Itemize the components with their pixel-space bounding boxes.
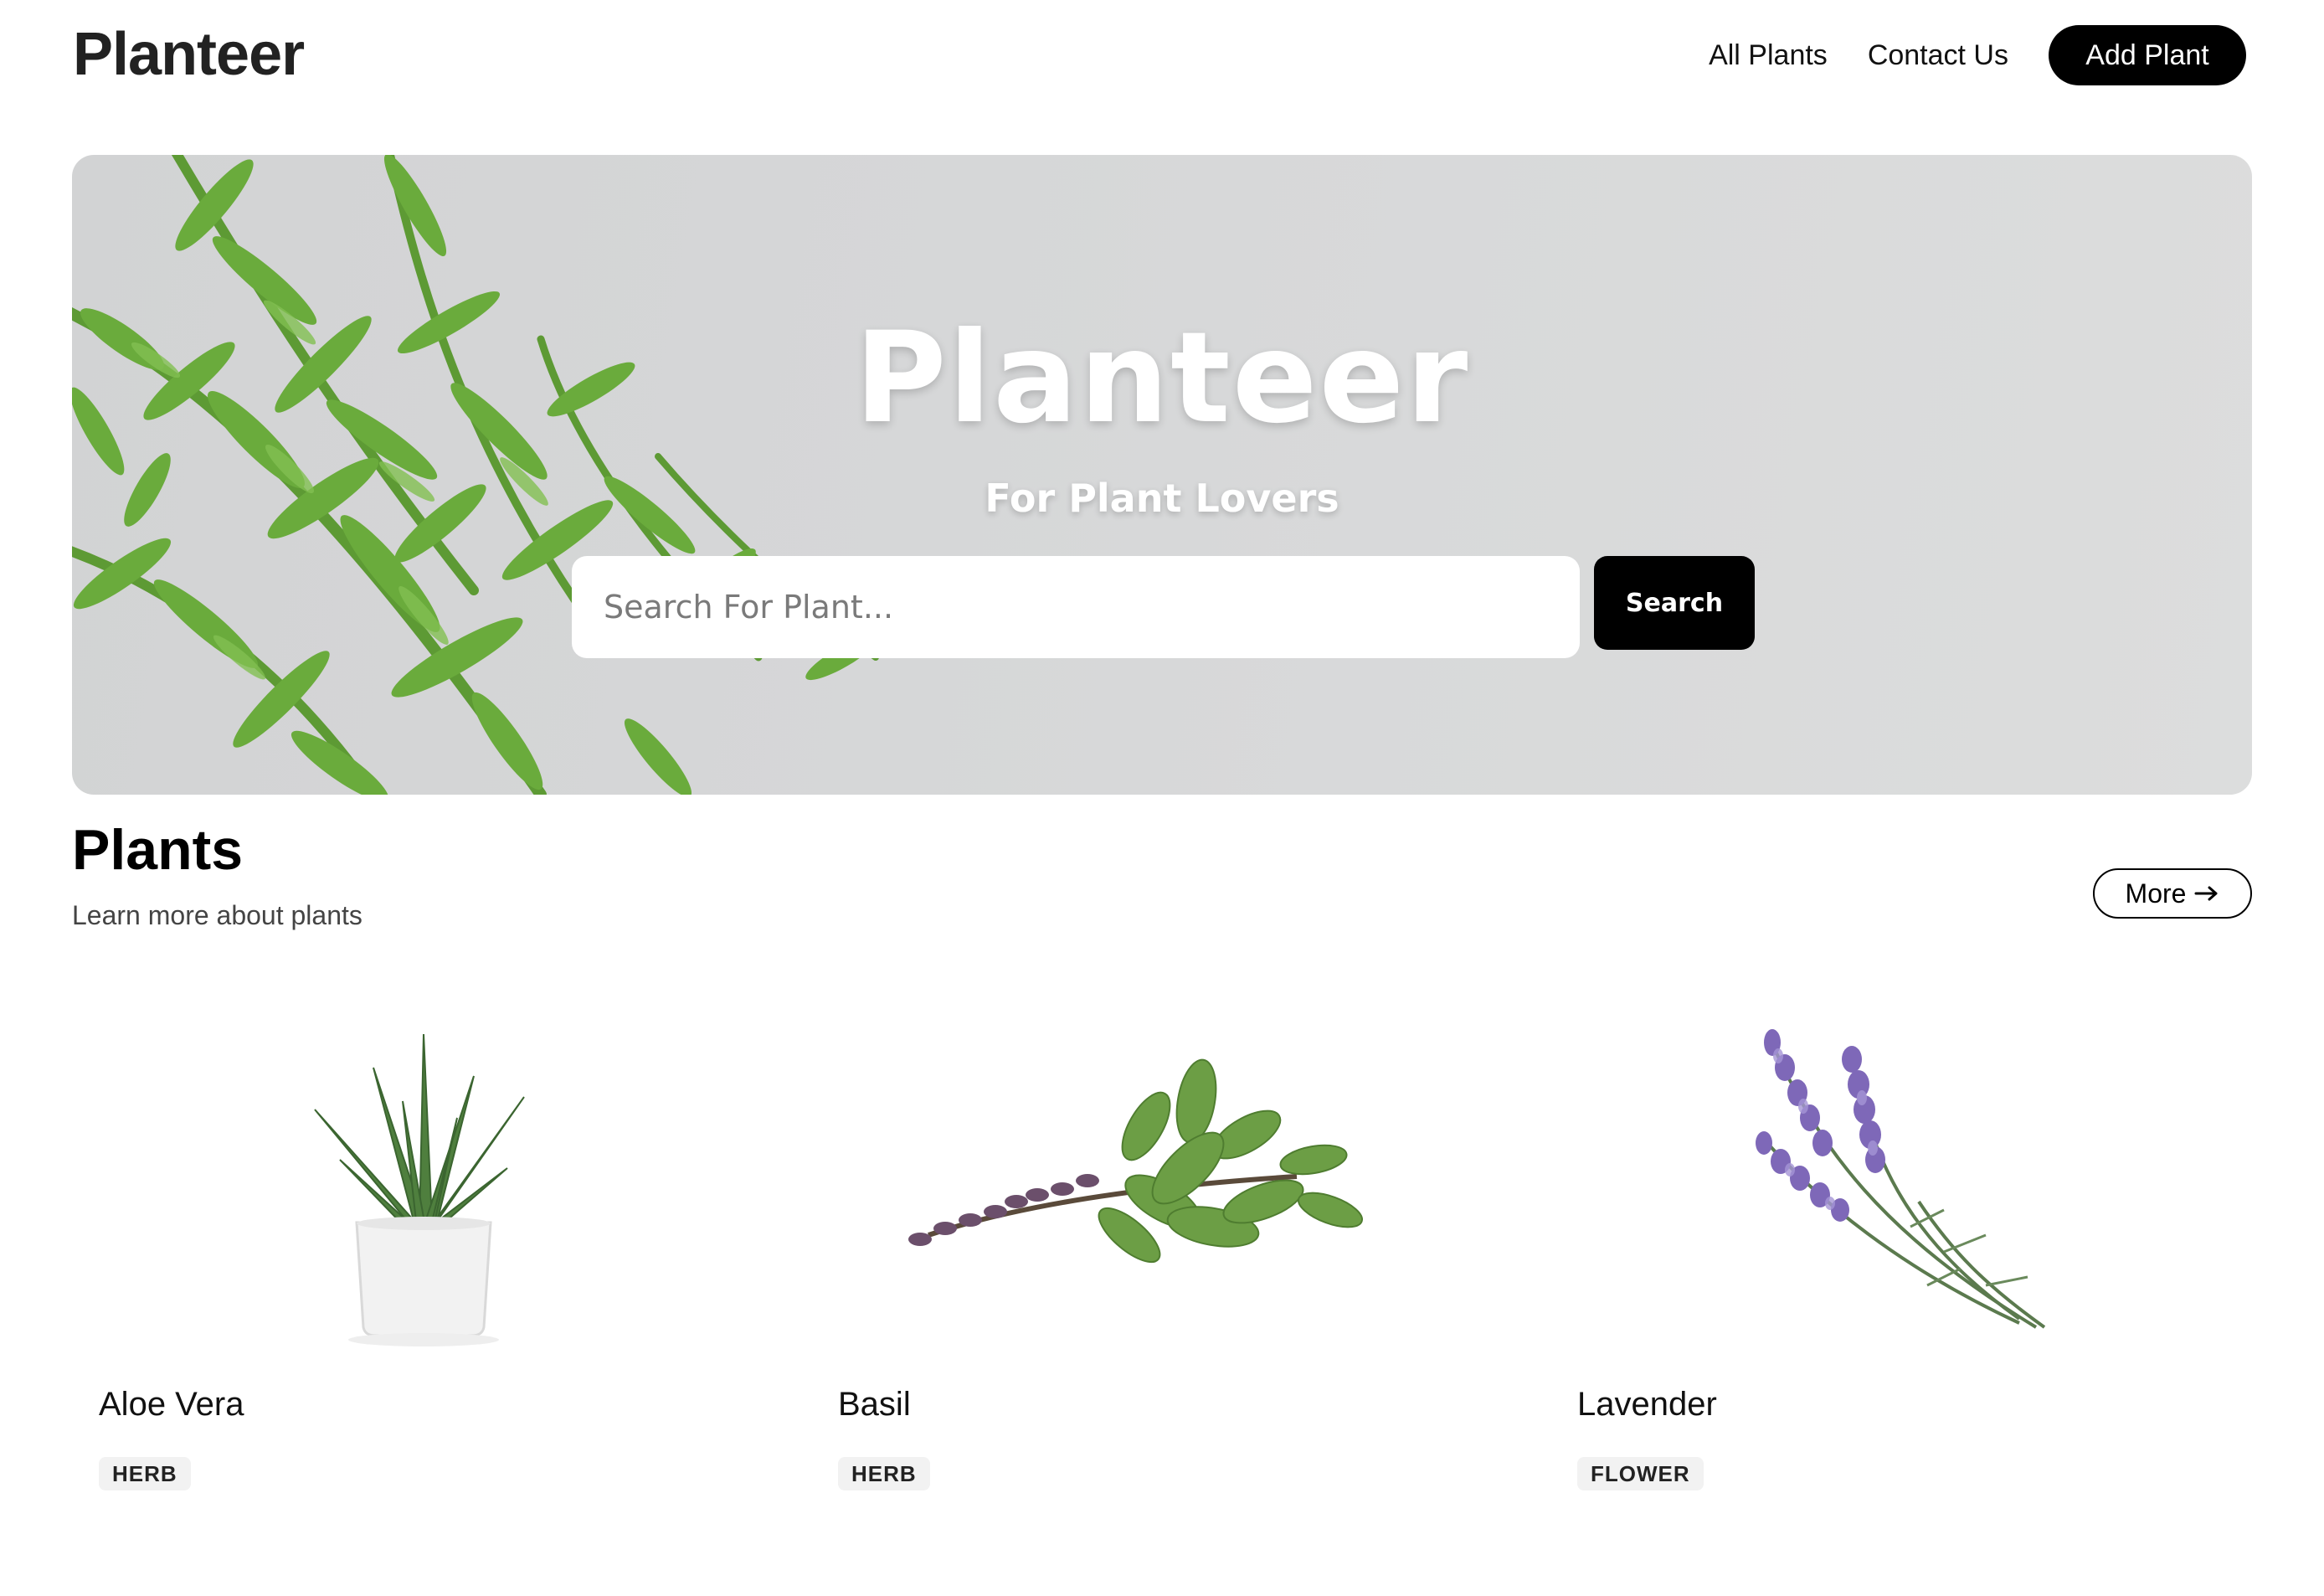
- plant-category-tag: HERB: [99, 1457, 191, 1490]
- hero-title: Planteer: [854, 306, 1470, 451]
- basil-image: [908, 1058, 1363, 1264]
- more-button-label: More: [2125, 878, 2187, 909]
- section-subtitle: Learn more about plants: [72, 900, 362, 930]
- plant-category-tag: FLOWER: [1577, 1457, 1704, 1490]
- more-button[interactable]: More: [2093, 868, 2252, 919]
- add-plant-button[interactable]: Add Plant: [2049, 25, 2246, 85]
- brand-logo[interactable]: Planteer: [73, 20, 305, 89]
- plant-card[interactable]: Aloe Vera HERB: [72, 1001, 774, 1503]
- lavender-image: [1756, 1029, 2046, 1329]
- plant-card[interactable]: Lavender FLOWER: [1550, 1001, 2252, 1503]
- top-nav: All Plants Contact Us Add Plant: [1709, 25, 2246, 85]
- nav-all-plants[interactable]: All Plants: [1709, 39, 1828, 72]
- plant-name: Aloe Vera: [99, 1386, 244, 1423]
- plant-name: Lavender: [1577, 1386, 1717, 1423]
- hero-subtitle: For Plant Lovers: [985, 476, 1339, 521]
- section-title: Plants: [72, 818, 244, 882]
- thuja-branch-image: [72, 155, 879, 795]
- plant-card[interactable]: Basil HERB: [811, 1001, 1513, 1503]
- plant-category-tag: HERB: [838, 1457, 930, 1490]
- aloe-vera-image: [314, 1033, 525, 1346]
- nav-contact-us[interactable]: Contact Us: [1868, 39, 2008, 72]
- hero-banner: Planteer For Plant Lovers Search: [72, 155, 2252, 795]
- search-button[interactable]: Search: [1594, 556, 1755, 650]
- search-input[interactable]: [572, 556, 1580, 658]
- arrow-right-icon: [2194, 886, 2218, 901]
- plant-name: Basil: [838, 1386, 911, 1423]
